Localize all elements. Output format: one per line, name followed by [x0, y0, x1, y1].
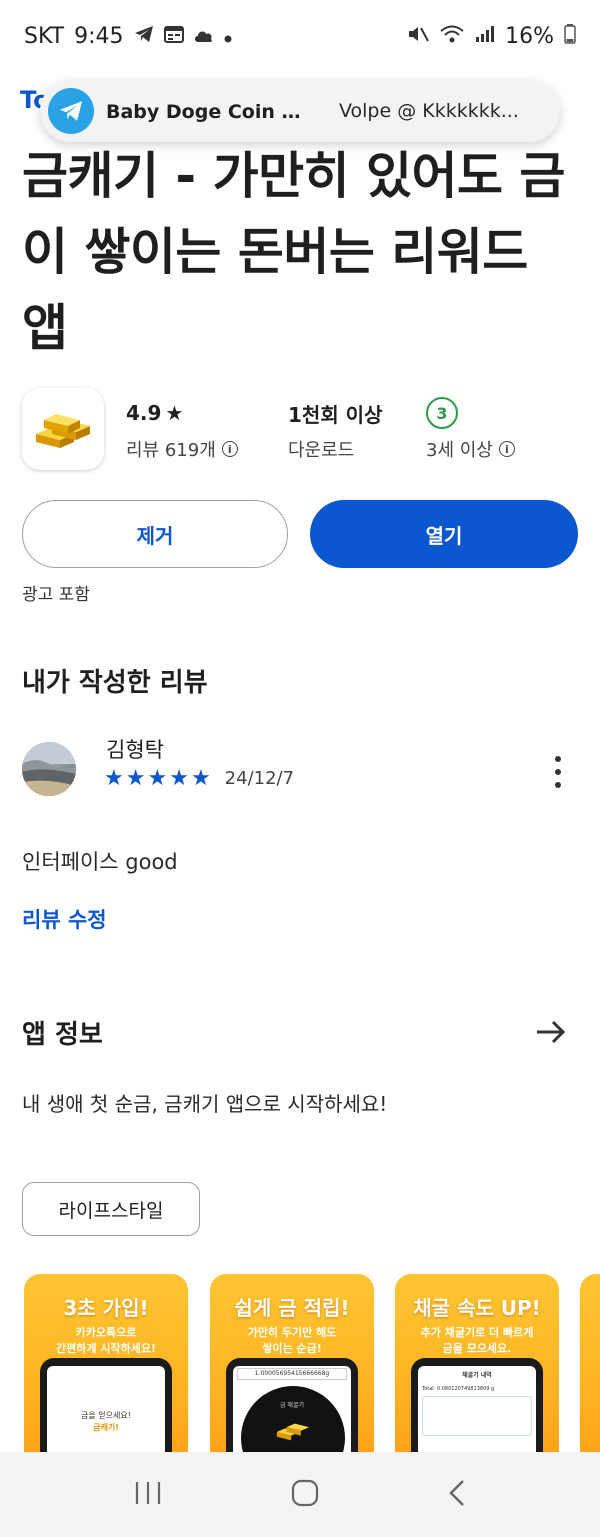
screenshot-title: 채굴 속도 UP! [413, 1296, 541, 1320]
downloads-stat: 1천회 이상 다운로드 [288, 398, 382, 462]
home-icon[interactable] [290, 1478, 320, 1512]
review-text: 인터페이스 good [22, 850, 178, 874]
screenshot-caption: 추가 채굴기로 더 빠르게 [420, 1326, 534, 1339]
about-app-heading[interactable]: 앱 정보 [22, 1014, 103, 1051]
arrow-right-icon[interactable] [532, 1014, 568, 1050]
gold-bars-icon [36, 414, 90, 448]
star-icon: ★ [190, 766, 211, 791]
screenshot-2[interactable]: 쉽게 금 적립! 가만히 두기만 해도 쌓이는 순금! 1.0000569541… [210, 1274, 374, 1474]
age-rating-badge: 3 [426, 397, 458, 429]
screenshot-caption: 간편하게 시작하세요! [56, 1342, 156, 1355]
screenshot-screen-text: 채굴기 내역 [462, 1372, 492, 1379]
battery-icon [564, 23, 576, 49]
telegram-icon [48, 88, 94, 134]
screenshot-1[interactable]: 3초 가입! 카카오톡으로 간편하게 시작하세요! 금을 얻으세요! 금캐기! [24, 1274, 188, 1474]
star-icon: ★ [165, 401, 184, 425]
screenshot-caption: 쌓이는 순금! [262, 1342, 322, 1355]
screenshot-caption: 가만히 두기만 해도 [247, 1326, 337, 1339]
my-review-heading: 내가 작성한 리뷰 [22, 668, 208, 698]
reviewer-name: 김형탁 [106, 738, 164, 762]
wifi-icon [439, 24, 465, 49]
system-nav-bar [0, 1452, 600, 1537]
mute-icon [407, 24, 429, 49]
star-icon: ★ [147, 766, 168, 791]
battery-percent: 16% [505, 23, 554, 49]
contains-ads-label: 광고 포함 [22, 585, 90, 605]
app-icon [22, 388, 104, 470]
star-icon: ★ [169, 766, 189, 791]
star-icon: ★ [125, 766, 146, 791]
rating-stat[interactable]: 4.9 ★ 리뷰 619개 i [126, 398, 238, 462]
age-rating-stat[interactable]: 3 3세 이상 i [426, 397, 515, 462]
screenshot-screen-text: 1.00005695415666668g [237, 1368, 347, 1380]
open-button[interactable]: 열기 [310, 500, 578, 568]
info-icon: i [221, 441, 238, 457]
screenshot-screen-text: 금캐기! [93, 1423, 119, 1432]
cloud-notification-icon [194, 24, 214, 48]
category-chip[interactable]: 라이프스타일 [22, 1182, 200, 1236]
carrier-label: SKT [24, 23, 65, 49]
screenshot-3[interactable]: 채굴 속도 UP! 추가 채굴기로 더 빠르게 금을 모으세요. 채굴기 내역 … [395, 1274, 559, 1474]
downloads-label: 다운로드 [288, 440, 355, 461]
reviews-count: 리뷰 619개 [126, 440, 216, 461]
screenshot-4-partial[interactable] [580, 1274, 600, 1474]
screenshot-caption: 카카오톡으로 [75, 1326, 137, 1339]
recent-apps-icon[interactable] [133, 1479, 163, 1511]
signal-icon [475, 24, 495, 48]
miner-card [422, 1396, 532, 1436]
reviewer-avatar [22, 742, 76, 796]
app-title: 금캐기 - 가만히 있어도 금이 쌓이는 돈버는 리워드 앱 [22, 147, 565, 357]
edit-review-link[interactable]: 리뷰 수정 [22, 904, 107, 934]
uninstall-button[interactable]: 제거 [22, 500, 288, 568]
review-stars: ★ ★ ★ ★ ★ 24/12/7 [104, 766, 294, 791]
star-icon: ★ [104, 766, 124, 791]
screenshot-screen-text: 금 채굴기 [280, 1402, 304, 1409]
clock: 9:45 [74, 23, 124, 49]
gold-bars-icon [276, 1423, 310, 1441]
status-bar: SKT 9:45 16% [0, 0, 600, 72]
telegram-notification-icon [134, 24, 154, 48]
age-rating-label: 3세 이상 [426, 440, 493, 461]
more-notifications-dot-icon [224, 24, 232, 48]
calendar-notification-icon [163, 24, 184, 48]
review-date: 24/12/7 [224, 768, 295, 789]
back-icon[interactable] [447, 1478, 467, 1512]
more-options-icon[interactable] [548, 756, 568, 788]
info-icon: i [498, 441, 515, 457]
screenshot-caption: 금을 모으세요. [442, 1342, 512, 1355]
app-description: 내 생애 첫 순금, 금캐기 앱으로 시작하세요! [22, 1092, 388, 1116]
screenshot-title: 쉽게 금 적립! [234, 1296, 350, 1320]
notification-text: Volpe @ Kkkkkkk... [339, 100, 519, 122]
screenshot-screen-text: 금을 얻으세요! [81, 1411, 131, 1420]
downloads-value: 1천회 이상 [288, 402, 383, 427]
screenshot-screen-text: Total: 0.080120749813809 g [422, 1386, 495, 1392]
rating-value: 4.9 [126, 401, 162, 425]
notification-title: Baby Doge Coin 🇧🇷... [106, 100, 321, 123]
screenshot-title: 3초 가입! [63, 1296, 149, 1320]
heads-up-notification[interactable]: Baby Doge Coin 🇧🇷... Volpe @ Kkkkkkk... [40, 80, 560, 142]
